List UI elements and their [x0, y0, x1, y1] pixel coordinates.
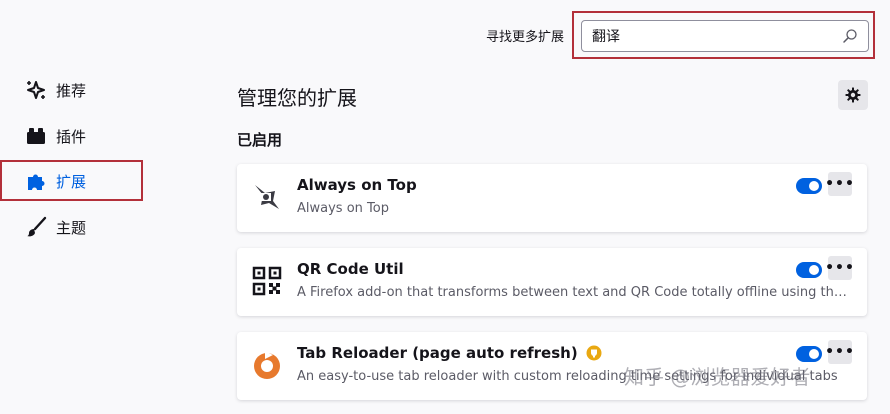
reload-icon	[251, 349, 283, 381]
extension-name[interactable]: QR Code Util	[297, 260, 404, 278]
sidebar-item-extensions[interactable]: 扩展	[0, 162, 140, 200]
recommended-badge-icon[interactable]	[586, 345, 602, 361]
search-icon[interactable]	[842, 28, 858, 44]
tools-button[interactable]	[838, 80, 868, 110]
extension-enable-toggle[interactable]	[796, 346, 822, 362]
brush-icon	[24, 215, 48, 239]
sidebar-item-label: 插件	[56, 127, 87, 146]
more-options-button[interactable]: •••	[825, 340, 854, 364]
sidebar-item-recommendations[interactable]: 推荐	[0, 71, 140, 109]
extension-enable-toggle[interactable]	[796, 262, 822, 278]
more-options-button[interactable]: •••	[825, 172, 854, 196]
extension-card-qr-code-util[interactable]: QR Code Util A Firefox add-on that trans…	[237, 248, 867, 316]
search-input[interactable]	[592, 28, 842, 44]
extension-name[interactable]: Always on Top	[297, 176, 417, 194]
puzzle-icon	[24, 169, 48, 193]
extension-description: An easy-to-use tab reloader with custom …	[297, 369, 838, 384]
sidebar-item-label: 推荐	[56, 81, 87, 100]
gear-icon	[845, 87, 861, 103]
more-options-button[interactable]: •••	[825, 256, 854, 280]
pin-icon	[251, 181, 283, 213]
section-enabled-title: 已启用	[237, 131, 283, 149]
page-title: 管理您的扩展	[237, 86, 357, 110]
extension-description: Always on Top	[297, 201, 389, 216]
sidebar-item-label: 主题	[56, 218, 87, 237]
sidebar-item-plugins[interactable]: 插件	[0, 117, 140, 155]
extension-card-tab-reloader[interactable]: Tab Reloader (page auto refresh) An easy…	[237, 332, 867, 400]
extension-name[interactable]: Tab Reloader (page auto refresh)	[297, 344, 578, 362]
search-label: 寻找更多扩展	[486, 30, 565, 45]
extension-enable-toggle[interactable]	[796, 178, 822, 194]
extension-card-always-on-top[interactable]: Always on Top Always on Top •••	[237, 164, 867, 232]
sidebar-item-themes[interactable]: 主题	[0, 208, 140, 246]
search-field[interactable]	[581, 20, 869, 52]
extension-description: A Firefox add-on that transforms between…	[297, 285, 852, 300]
plugin-icon	[24, 124, 48, 148]
sidebar-item-label: 扩展	[56, 172, 87, 191]
sparkle-icon	[24, 78, 48, 102]
extension-name-row: Tab Reloader (page auto refresh)	[297, 344, 602, 362]
qr-code-icon	[251, 265, 283, 297]
